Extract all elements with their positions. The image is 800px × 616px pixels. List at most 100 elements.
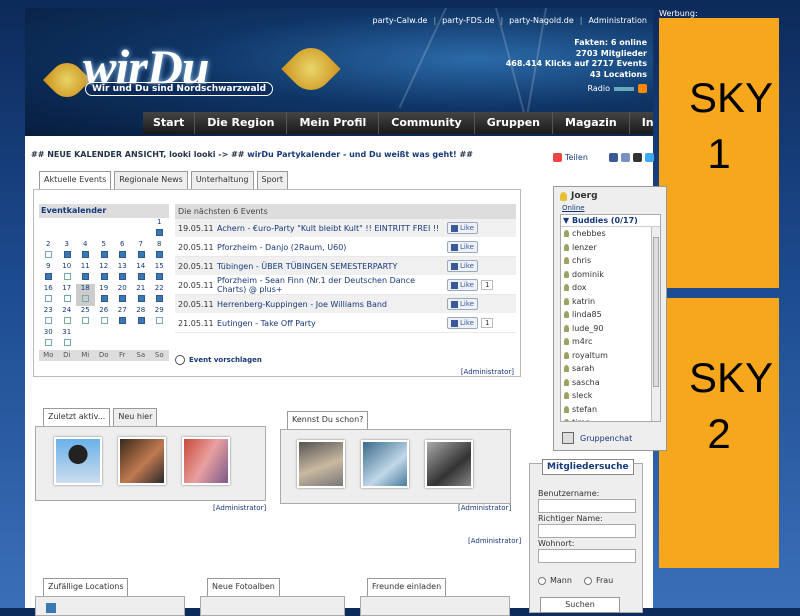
- buddy-item[interactable]: m4rc: [561, 335, 660, 349]
- calendar-day[interactable]: 16: [39, 284, 58, 306]
- buddy-item[interactable]: timo: [561, 416, 660, 421]
- radio-female[interactable]: [583, 576, 592, 585]
- tab-zufaellige-locations[interactable]: Zufällige Locations: [43, 578, 129, 597]
- suggest-event[interactable]: Event vorschlagen: [173, 353, 262, 367]
- calendar-day[interactable]: 20: [113, 284, 132, 306]
- facebook-icon[interactable]: [608, 153, 618, 162]
- know-admin-link[interactable]: [Administrator]: [458, 504, 511, 512]
- radio-player[interactable]: Radio: [588, 84, 647, 93]
- calendar-day[interactable]: 15: [150, 262, 169, 284]
- buddy-item[interactable]: dominik: [561, 268, 660, 282]
- nav-info[interactable]: Info: [629, 112, 653, 134]
- calendar-day[interactable]: 27: [113, 306, 132, 328]
- mid-admin-link[interactable]: [Administrator]: [468, 537, 521, 545]
- user-avatar[interactable]: [118, 437, 166, 485]
- buddies-title[interactable]: ▼ Buddies (0/17): [561, 215, 660, 227]
- search-button[interactable]: Suchen: [540, 597, 620, 613]
- calendar-day[interactable]: 5: [95, 240, 114, 262]
- calendar-day[interactable]: 1: [150, 218, 169, 240]
- calendar-day[interactable]: 9: [39, 262, 58, 284]
- buddy-item[interactable]: katrin: [561, 295, 660, 309]
- link-party-fds[interactable]: party-FDS.de: [442, 16, 494, 25]
- buddy-item[interactable]: chris: [561, 254, 660, 268]
- tab-aktuelle-events[interactable]: Aktuelle Events: [39, 171, 112, 190]
- tab-freunde-einladen[interactable]: Freunde einladen: [367, 578, 447, 597]
- sky-ad-1[interactable]: SKY 1: [659, 18, 779, 288]
- calendar-day[interactable]: 23: [39, 306, 58, 328]
- nav-start[interactable]: Start: [143, 112, 196, 134]
- user-avatar[interactable]: [54, 437, 102, 485]
- radio-male[interactable]: [538, 576, 546, 585]
- twitter-icon[interactable]: [644, 153, 654, 162]
- buddy-item[interactable]: sleck: [561, 389, 660, 403]
- groupchat-link[interactable]: Gruppenchat: [580, 434, 632, 443]
- calendar-day[interactable]: 29: [150, 306, 169, 328]
- event-title[interactable]: Eutingen - Take Off Party: [215, 319, 443, 328]
- buddies-scrollbar[interactable]: [651, 227, 660, 421]
- buddy-item[interactable]: dox: [561, 281, 660, 295]
- event-title[interactable]: Achern - €uro-Party "Kult bleibt Kult" !…: [215, 224, 443, 233]
- notice-link[interactable]: wirDu Partykalender - und Du weißt was g…: [247, 150, 456, 159]
- tab-kennst-du-schon[interactable]: Kennst Du schon?: [287, 411, 369, 430]
- calendar-day[interactable]: 30: [39, 328, 58, 350]
- tab-neu-hier[interactable]: Neu hier: [113, 408, 158, 427]
- like-button[interactable]: Like: [447, 317, 478, 329]
- rss-icon[interactable]: [638, 84, 647, 93]
- calendar-day[interactable]: 2: [39, 240, 58, 262]
- nav-magazin[interactable]: Magazin: [553, 112, 630, 134]
- event-title[interactable]: Pforzheim - Danjo (2Raum, U60): [215, 243, 443, 252]
- buddy-item[interactable]: sarah: [561, 362, 660, 376]
- calendar-day[interactable]: 4: [76, 240, 95, 262]
- buddy-item[interactable]: linda85: [561, 308, 660, 322]
- calendar-day[interactable]: 28: [132, 306, 151, 328]
- online-status-link[interactable]: Online: [562, 204, 585, 212]
- calendar-day[interactable]: 24: [58, 306, 77, 328]
- tab-unterhaltung[interactable]: Unterhaltung: [190, 171, 254, 190]
- like-button[interactable]: Like: [447, 241, 478, 253]
- link-party-nagold[interactable]: party-Nagold.de: [509, 16, 574, 25]
- calendar-day[interactable]: 6: [113, 240, 132, 262]
- calendar-day[interactable]: 10: [58, 262, 77, 284]
- user-avatar[interactable]: [182, 437, 230, 485]
- myspace-icon[interactable]: [620, 153, 630, 162]
- calendar-day[interactable]: 17: [58, 284, 77, 306]
- calendar-day[interactable]: 31: [58, 328, 77, 350]
- like-button[interactable]: Like: [447, 298, 478, 310]
- buddy-item[interactable]: royaltum: [561, 349, 660, 363]
- calendar-day[interactable]: 19: [95, 284, 114, 306]
- calendar-day[interactable]: 25: [76, 306, 95, 328]
- user-avatar[interactable]: [361, 440, 409, 488]
- event-title[interactable]: Pforzheim - Sean Finn (Nr.1 der Deutsche…: [215, 276, 443, 294]
- calendar-day[interactable]: 14: [132, 262, 151, 284]
- calendar-day[interactable]: 7: [132, 240, 151, 262]
- mrwong-icon[interactable]: [632, 153, 642, 162]
- nav-die-region[interactable]: Die Region: [195, 112, 288, 134]
- share-link[interactable]: Teilen: [565, 153, 588, 162]
- buddy-item[interactable]: stefan: [561, 403, 660, 417]
- event-title[interactable]: Herrenberg-Kuppingen - Joe Williams Band: [215, 300, 443, 309]
- link-administration[interactable]: Administration: [588, 16, 647, 25]
- like-button[interactable]: Like: [447, 260, 478, 272]
- tab-neue-fotoalben[interactable]: Neue Fotoalben: [207, 578, 280, 597]
- sky-ad-2[interactable]: SKY 2: [659, 298, 779, 568]
- user-avatar[interactable]: [297, 440, 345, 488]
- event-title[interactable]: Tübingen - ÜBER TÜBINGEN SEMESTERPARTY: [215, 262, 443, 271]
- nav-mein-profil[interactable]: Mein Profil: [287, 112, 380, 134]
- groupchat[interactable]: Gruppenchat: [562, 432, 632, 444]
- user-avatar[interactable]: [425, 440, 473, 488]
- calendar-day[interactable]: 8: [150, 240, 169, 262]
- buddy-item[interactable]: chebbes: [561, 227, 660, 241]
- tab-regionale-news[interactable]: Regionale News: [114, 171, 188, 190]
- buddy-item[interactable]: sascha: [561, 376, 660, 390]
- events-admin-link[interactable]: [Administrator]: [461, 368, 514, 376]
- calendar-day[interactable]: 13: [113, 262, 132, 284]
- tab-zuletzt-aktiv[interactable]: Zuletzt aktiv...: [43, 408, 111, 427]
- buddy-item[interactable]: lude_90: [561, 322, 660, 336]
- nav-community[interactable]: Community: [379, 112, 475, 134]
- calendar-day[interactable]: 26: [95, 306, 114, 328]
- username-input[interactable]: [538, 499, 636, 513]
- buddy-item[interactable]: lenzer: [561, 241, 660, 255]
- nav-gruppen[interactable]: Gruppen: [474, 112, 554, 134]
- city-input[interactable]: [538, 549, 636, 563]
- calendar-day[interactable]: 11: [76, 262, 95, 284]
